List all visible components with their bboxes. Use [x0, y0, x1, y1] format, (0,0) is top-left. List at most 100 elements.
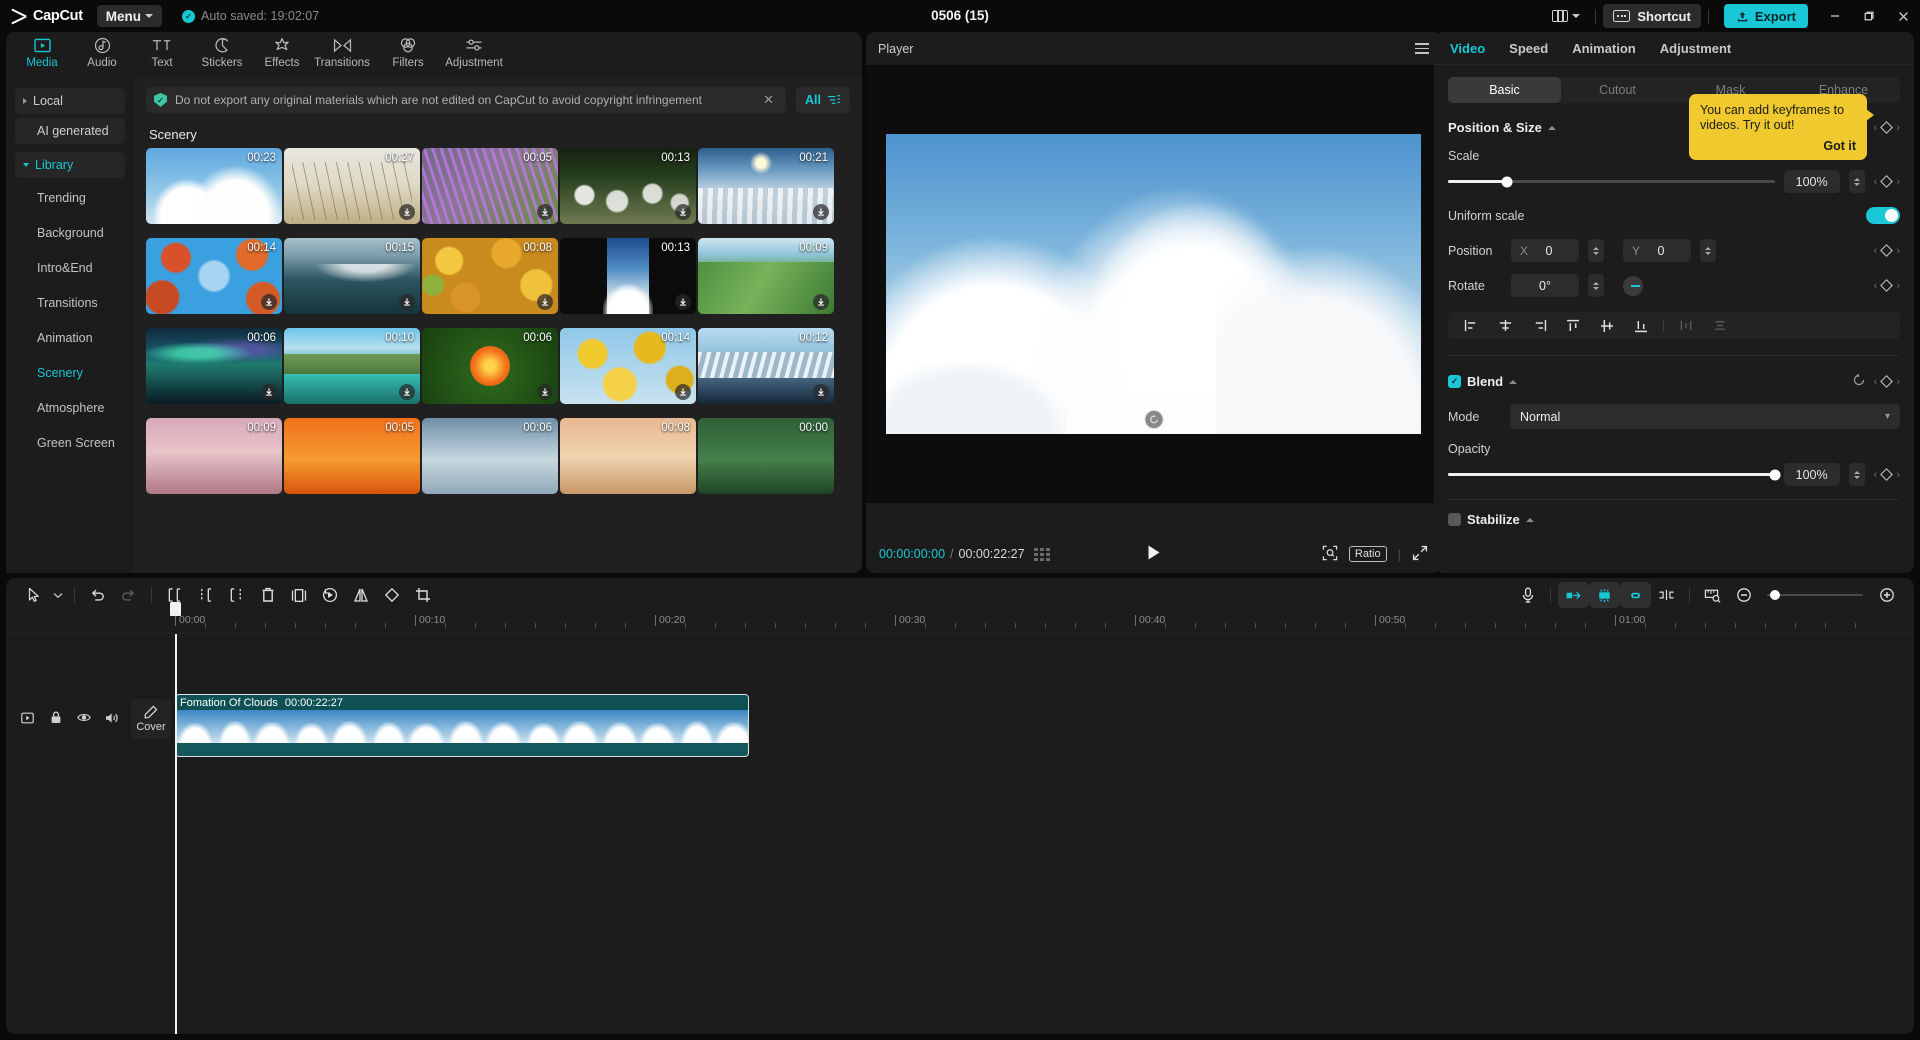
close-button[interactable] [1886, 0, 1920, 32]
position-x-field[interactable]: X 0 [1511, 239, 1579, 262]
shortcut-button[interactable]: Shortcut [1603, 4, 1700, 28]
menu-button[interactable]: Menu [97, 5, 162, 27]
grid-icon[interactable] [1034, 548, 1050, 561]
sidebar-item-intro-end[interactable]: Intro&End [15, 255, 125, 281]
nav-tab-stickers[interactable]: Stickers [192, 36, 252, 69]
next-keyframe-icon[interactable]: › [1896, 176, 1900, 188]
media-item[interactable]: 00:21 [698, 148, 834, 224]
sidebar-item-library[interactable]: Library [15, 152, 125, 178]
subtab-cutout[interactable]: Cutout [1561, 77, 1674, 103]
freeze-button[interactable] [283, 582, 314, 608]
select-tool[interactable] [18, 582, 49, 608]
media-item[interactable]: 00:13 [560, 238, 696, 314]
delete-button[interactable] [252, 582, 283, 608]
tab-adjustment[interactable]: Adjustment [1660, 41, 1732, 56]
media-item[interactable]: 00:23 [146, 148, 282, 224]
preview-canvas[interactable] [886, 134, 1421, 434]
split-marker-button[interactable] [1651, 582, 1682, 608]
media-item[interactable]: 00:09 [698, 238, 834, 314]
playhead-handle[interactable] [170, 602, 181, 616]
crop-button[interactable] [407, 582, 438, 608]
redo-button[interactable] [113, 582, 144, 608]
sidebar-item-atmosphere[interactable]: Atmosphere [15, 395, 125, 421]
media-item[interactable]: 00:14 [560, 328, 696, 404]
scale-slider[interactable] [1448, 180, 1775, 183]
rotate-handle-icon[interactable] [1144, 410, 1163, 429]
position-x-stepper[interactable] [1588, 239, 1604, 262]
rotate-dial[interactable] [1623, 276, 1643, 296]
select-dropdown[interactable] [49, 582, 67, 608]
subtab-basic[interactable]: Basic [1448, 77, 1561, 103]
opacity-slider[interactable] [1448, 473, 1775, 476]
media-item[interactable]: 00:06 [146, 328, 282, 404]
close-icon[interactable]: ✕ [759, 92, 778, 108]
nav-tab-effects[interactable]: Effects [252, 36, 312, 69]
media-item[interactable]: 00:05 [284, 418, 420, 494]
media-item[interactable]: 00:05 [422, 148, 558, 224]
align-bottom-icon[interactable] [1624, 312, 1658, 339]
fullscreen-icon[interactable] [1412, 545, 1428, 564]
stabilize-checkbox[interactable] [1448, 513, 1461, 526]
keyframe-diamond-icon[interactable] [1880, 175, 1893, 188]
download-icon[interactable] [813, 384, 829, 400]
download-icon[interactable] [813, 204, 829, 220]
download-icon[interactable] [399, 384, 415, 400]
media-item[interactable]: 00:08 [422, 238, 558, 314]
reverse-button[interactable] [314, 582, 345, 608]
nav-tab-audio[interactable]: Audio [72, 36, 132, 69]
next-keyframe-icon[interactable]: › [1896, 469, 1900, 481]
record-button[interactable] [1512, 582, 1543, 608]
tab-animation[interactable]: Animation [1572, 41, 1636, 56]
download-icon[interactable] [399, 294, 415, 310]
media-item[interactable]: 00:10 [284, 328, 420, 404]
media-item[interactable]: 00:08 [560, 418, 696, 494]
chevron-up-icon[interactable] [1509, 380, 1517, 384]
nav-tab-text[interactable]: Text [132, 36, 192, 69]
media-item[interactable]: 00:12 [698, 328, 834, 404]
blend-mode-select[interactable]: Normal ▾ [1510, 404, 1900, 429]
download-icon[interactable] [813, 294, 829, 310]
prev-keyframe-icon[interactable]: ‹ [1874, 245, 1878, 257]
media-item[interactable]: 00:06 [422, 328, 558, 404]
layout-button[interactable] [1544, 10, 1588, 22]
sidebar-item-scenery[interactable]: Scenery [15, 360, 125, 386]
zoom-in-button[interactable] [1871, 582, 1902, 608]
hamburger-icon[interactable] [1415, 43, 1429, 54]
media-item[interactable]: 00:15 [284, 238, 420, 314]
nav-tab-filters[interactable]: Filters [372, 36, 444, 69]
download-icon[interactable] [537, 204, 553, 220]
magnet-snap-button[interactable] [1589, 582, 1620, 608]
media-item[interactable]: 00:13 [560, 148, 696, 224]
keyframe-diamond-icon[interactable] [1880, 279, 1893, 292]
nav-tab-adjustment[interactable]: Adjustment [444, 36, 504, 69]
scale-value[interactable]: 100% [1784, 170, 1840, 193]
snap-start-button[interactable] [1558, 582, 1589, 608]
mirror-button[interactable] [345, 582, 376, 608]
distribute-h-icon[interactable] [1669, 312, 1703, 339]
next-keyframe-icon[interactable]: › [1896, 245, 1900, 257]
zoom-fit-icon[interactable] [1322, 545, 1338, 564]
download-icon[interactable] [675, 294, 691, 310]
prev-keyframe-icon[interactable]: ‹ [1874, 176, 1878, 188]
zoom-out-button[interactable] [1728, 582, 1759, 608]
media-item[interactable]: 00:06 [422, 418, 558, 494]
prev-keyframe-icon[interactable]: ‹ [1874, 376, 1878, 388]
export-button[interactable]: Export [1724, 4, 1808, 28]
distribute-v-icon[interactable] [1703, 312, 1737, 339]
uniform-scale-toggle[interactable] [1866, 207, 1900, 224]
rotate-field[interactable]: 0° [1511, 274, 1579, 297]
opacity-stepper[interactable] [1849, 463, 1865, 486]
blend-checkbox[interactable]: ✓ [1448, 375, 1461, 388]
rotate-stepper[interactable] [1588, 274, 1604, 297]
minimize-button[interactable] [1818, 0, 1852, 32]
undo-button[interactable] [82, 582, 113, 608]
snap-end-button[interactable] [1620, 582, 1651, 608]
track-main-button[interactable] [20, 710, 35, 725]
sidebar-item-animation[interactable]: Animation [15, 325, 125, 351]
align-right-icon[interactable] [1522, 312, 1556, 339]
timeline-ruler[interactable]: 00:00 00:10 00:20 00:30 00:40 [6, 612, 1914, 634]
download-icon[interactable] [537, 384, 553, 400]
ratio-button[interactable]: Ratio [1349, 546, 1387, 562]
sidebar-item-trending[interactable]: Trending [15, 185, 125, 211]
position-y-field[interactable]: Y 0 [1623, 239, 1691, 262]
